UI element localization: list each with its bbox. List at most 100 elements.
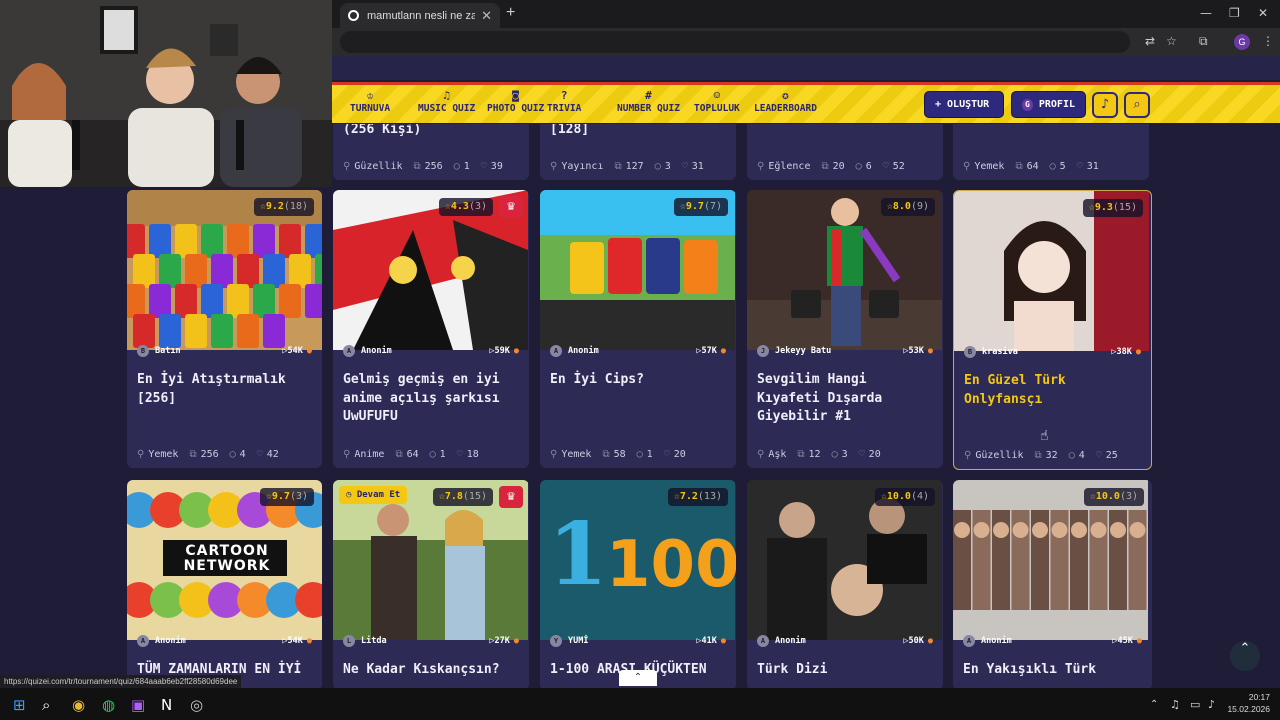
nav-item-music-quiz[interactable]: ♫ MUSIC QUIZ xyxy=(418,88,475,114)
stat-value: 3 xyxy=(664,161,671,172)
quiz-card-title[interactable]: En İyi Cips? xyxy=(550,371,725,390)
quiz-card[interactable]: ☆10.0(4) A Anonim ▷ 50K ● Türk Dizi xyxy=(747,480,943,690)
author-name[interactable]: krasiva xyxy=(982,347,1018,357)
author-avatar: A xyxy=(137,635,149,647)
nav-item-turnuva[interactable]: ♔ TURNUVA xyxy=(350,88,390,114)
quiz-comments-count: ◯ 1 xyxy=(430,449,446,460)
stat-value: Aşk xyxy=(768,449,787,460)
quiz-items-count: ⧉ 64 xyxy=(395,449,418,460)
quiz-rating: ☆9.2(18) xyxy=(253,198,314,216)
quiz-card[interactable]: ☆4.3(3) ♛ A Anonim ▷ 59K ● Gelmiş geçmiş en iy… xyxy=(333,190,529,468)
stat-value: 20 xyxy=(868,449,881,460)
tag-icon: ⚲ xyxy=(757,161,765,172)
continue-badge[interactable]: ◷ Devam Et xyxy=(339,486,408,504)
nav-item-trivia[interactable]: ? TRIVIA xyxy=(547,88,581,114)
nav-item-topluluk[interactable]: ☺ TOPLULUK xyxy=(694,88,740,114)
nav-item-photo-quiz[interactable]: ◙ PHOTO QUIZ xyxy=(487,88,544,114)
taskbar-clock[interactable]: 20:17 15.02.2026 xyxy=(1227,691,1270,715)
author-avatar: Y xyxy=(550,635,562,647)
stat-value: 256 xyxy=(424,161,443,172)
author-name[interactable]: Anonim xyxy=(775,636,806,646)
quiz-card[interactable]: ☆9.2(18) B Batın ▷ 54K ● En İyi Atıştırmalık … xyxy=(127,190,322,468)
notifications-bell-icon[interactable]: ♪ xyxy=(1092,92,1118,118)
quiz-card-title[interactable]: En Yakışıklı Türk xyxy=(963,661,1138,680)
quiz-card[interactable]: 1 100 ☆7.2(13) Y YUMİ ▷ 41K ● 1-100 ARASI KÜÇÜK… xyxy=(540,480,736,690)
play-value: 53K xyxy=(908,346,924,356)
author-name[interactable]: Litda xyxy=(361,636,387,646)
comment-icon: ◯ xyxy=(636,449,643,460)
rating-count: (13) xyxy=(697,491,722,502)
quiz-card-title[interactable]: Ne Kadar Kıskançsın? xyxy=(343,661,518,680)
stat-value: 5 xyxy=(1059,161,1066,172)
quiz-category: ⚲ Anime xyxy=(343,449,384,460)
tag-icon: ⚲ xyxy=(757,449,765,460)
play-count: ▷ 38K ● xyxy=(1111,347,1141,357)
media-app-taskbar-icon[interactable]: ▣ xyxy=(131,696,145,714)
author-name[interactable]: Anonim xyxy=(568,346,599,356)
search-taskbar-icon[interactable]: ⌕ xyxy=(42,696,50,714)
rating-count: (7) xyxy=(703,201,722,212)
quiz-card[interactable]: ◷ Devam Et ☆7.8(15) ♛ L Litda ▷ 27K ● Ne Kadar … xyxy=(333,480,529,690)
quiz-card-title[interactable]: En Güzel Türk Onlyfansçı xyxy=(964,372,1139,409)
mouse-cursor-icon: ☝ xyxy=(1040,428,1049,444)
rating-count: (3) xyxy=(289,491,308,502)
rating-count: (4) xyxy=(910,491,929,502)
quiz-card-title[interactable]: Sevgilim Hangi Kıyafeti Dışarda Giyebili… xyxy=(757,371,932,427)
play-count: ▷ 59K ● xyxy=(489,346,519,356)
author-name[interactable]: YUMİ xyxy=(568,636,588,646)
items-icon: ⧉ xyxy=(189,449,197,460)
fire-icon: ● xyxy=(513,346,519,356)
windows-start-icon[interactable]: ⊞ xyxy=(13,696,26,714)
chrome-taskbar-icon[interactable]: ◉ xyxy=(72,696,85,714)
comment-icon: ◯ xyxy=(453,161,460,172)
nav-item-number-quiz[interactable]: # NUMBER QUIZ xyxy=(617,88,680,114)
comment-icon: ◯ xyxy=(855,161,862,172)
profile-button[interactable]: G PROFIL xyxy=(1011,91,1086,118)
items-icon: ⧉ xyxy=(413,161,421,172)
nav-item-label: TOPLULUK xyxy=(694,103,740,114)
play-count: ▷ 50K ● xyxy=(903,636,933,646)
network-icon[interactable]: ▭ xyxy=(1190,698,1200,711)
author-avatar: A xyxy=(550,345,562,357)
volume-icon[interactable]: ♪ xyxy=(1208,698,1215,711)
play-count: ▷ 57K ● xyxy=(696,346,726,356)
stat-value: 20 xyxy=(832,161,845,172)
comment-icon: ◯ xyxy=(429,449,436,460)
rating-value: 9.7 xyxy=(685,201,704,212)
nav-item-leaderboard[interactable]: ✪ LEADERBOARD xyxy=(754,88,817,114)
quiz-card[interactable]: ☆9.3(15) Bkrasiva ▷ 38K ● En Güzel Türk Only… xyxy=(953,190,1152,470)
stat-value: 32 xyxy=(1045,450,1058,461)
quiz-card-stats: ⚲ Yemek ⧉ 64 ◯ 5 ♡ 31 xyxy=(963,161,1138,172)
create-button[interactable]: + OLUŞTUR xyxy=(924,91,1004,118)
nav-item-label: LEADERBOARD xyxy=(754,103,817,114)
quiz-card-title[interactable]: En İyi Atıştırmalık [256] xyxy=(137,371,312,408)
author-name[interactable]: Anonim xyxy=(981,636,1012,646)
stat-value: 42 xyxy=(266,449,279,460)
search-icon[interactable]: ⌕ xyxy=(1124,92,1150,118)
microphone-icon[interactable]: ♫ xyxy=(1170,698,1180,711)
quiz-card[interactable]: CARTOON NETWORK ☆9.7(3) A Anonim ▷ 54K ● TÜM Z… xyxy=(127,480,322,690)
author-name[interactable]: Batın xyxy=(155,346,181,356)
notion-taskbar-icon[interactable]: N xyxy=(161,696,172,714)
fire-icon: ● xyxy=(306,636,312,646)
tag-icon: ⚲ xyxy=(550,161,558,172)
quiz-card[interactable]: ☆9.7(7) A Anonim ▷ 57K ● En İyi Cips? ⚲ Yemek ⧉ 5… xyxy=(540,190,736,468)
author-name[interactable]: Anonim xyxy=(155,636,186,646)
play-circle-icon: ◷ xyxy=(346,490,357,500)
page-scroll-handle[interactable]: ⌃ xyxy=(619,670,657,686)
scroll-to-top-button[interactable]: ⌃ xyxy=(1230,641,1260,671)
stat-value: 31 xyxy=(1086,161,1099,172)
spotify-taskbar-icon[interactable]: ◍ xyxy=(102,696,115,714)
quiz-card-title[interactable]: Gelmiş geçmiş en iyi anime açılış şarkıs… xyxy=(343,371,518,427)
items-icon: ⧉ xyxy=(614,161,622,172)
author-name[interactable]: Jekeyy Batu xyxy=(775,346,831,356)
quiz-card[interactable]: ☆8.0(9) J Jekeyy Batu ▷ 53K ● Sevgilim Hangi … xyxy=(747,190,943,468)
author-name[interactable]: Anonim xyxy=(361,346,392,356)
tray-chevron-icon[interactable]: ⌃ xyxy=(1150,699,1158,710)
quiz-card[interactable]: ☆10.0(3) A Anonim ▷ 45K ● En Yakışıklı Türk xyxy=(953,480,1152,690)
quiz-card-title[interactable]: Türk Dizi xyxy=(757,661,932,680)
stat-value: Eğlence xyxy=(768,161,811,172)
app-taskbar-icon[interactable]: ◎ xyxy=(190,696,203,714)
play-value: 41K xyxy=(701,636,717,646)
quiz-items-count: ⧉ 12 xyxy=(797,449,820,460)
